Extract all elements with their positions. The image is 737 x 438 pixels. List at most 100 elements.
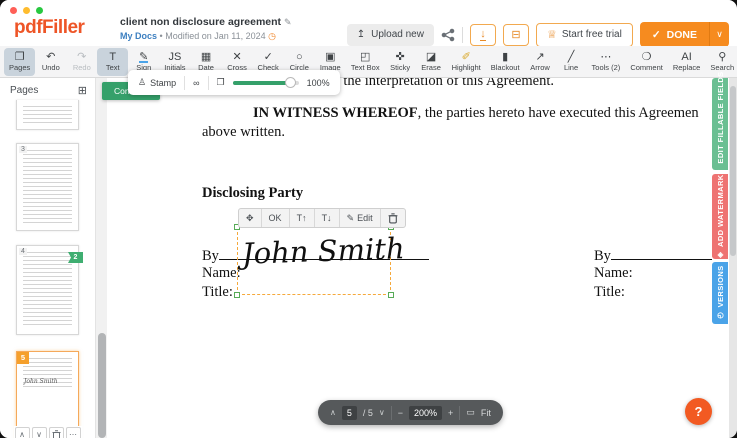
doc-text-line: above written. <box>202 124 285 141</box>
my-docs-link[interactable]: My Docs <box>120 31 157 41</box>
title-line-right: Title: <box>594 284 625 301</box>
signature-ok-button[interactable]: OK <box>262 209 290 227</box>
help-button[interactable]: ? <box>685 398 712 425</box>
edit-signature-button[interactable]: ✎Edit <box>340 209 381 227</box>
duplicate-icon[interactable]: ❐ <box>217 77 225 88</box>
delete-signature-button[interactable] <box>381 209 405 227</box>
stamp-button[interactable]: ♙Stamp <box>138 77 176 88</box>
redo-button[interactable]: ↷Redo <box>66 48 97 76</box>
page-thumbnail-3[interactable]: 3 <box>16 143 79 231</box>
move-page-up-button[interactable]: ∧ <box>15 427 30 438</box>
sign-icon: ✎ <box>139 51 148 63</box>
document-scrollbar-thumb[interactable] <box>730 86 736 256</box>
document-meta: My Docs • Modified on Jan 11, 2024 ◷ <box>120 31 292 42</box>
resize-handle[interactable] <box>388 292 394 298</box>
size-slider[interactable] <box>233 81 299 85</box>
fit-label[interactable]: Fit <box>481 408 491 418</box>
slider-knob[interactable] <box>285 77 296 88</box>
tool-text[interactable]: TText <box>97 48 128 76</box>
signature-toolbar: ✥ OK T↑ T↓ ✎Edit <box>238 208 406 228</box>
pages-icon: ❐ <box>15 51 25 63</box>
tab-edit-fillable-fields[interactable]: ✎EDIT FILLABLE FIELDS <box>712 78 728 170</box>
pages-scrollbar-thumb[interactable] <box>98 333 106 438</box>
share-icon[interactable] <box>441 28 455 42</box>
done-button[interactable]: ✓DONE <box>640 22 709 47</box>
fit-icon[interactable]: ▭ <box>466 407 475 418</box>
comment-bubble-icon: ❍ <box>642 51 652 63</box>
chevron-down-icon: ∨ <box>716 29 723 39</box>
tool-text-box[interactable]: ◰Text Box <box>346 48 385 76</box>
clock-icon: ◷ <box>716 311 725 320</box>
tab-versions[interactable]: ◷VERSIONS <box>712 262 728 324</box>
total-pages: / 5 <box>363 408 373 418</box>
history-clock-icon[interactable]: ◷ <box>268 31 276 41</box>
pdffiller-logo[interactable]: pdfFiller <box>14 17 84 39</box>
tab-add-watermark[interactable]: ◈ADD WATERMARK <box>712 174 728 259</box>
move-icon: ✥ <box>246 213 254 224</box>
resize-handle[interactable] <box>234 292 240 298</box>
upload-new-button[interactable]: ↥Upload new <box>347 24 434 46</box>
zoom-out-icon[interactable]: − <box>398 408 403 418</box>
tool-erase[interactable]: ◪Erase <box>416 48 447 76</box>
link-icon[interactable]: ∞ <box>193 78 199 88</box>
ellipsis-icon: ⋯ <box>600 51 611 63</box>
text-box-icon: ◰ <box>360 51 370 63</box>
previous-page-icon[interactable]: ∧ <box>330 408 336 417</box>
search-icon: ⚲ <box>718 51 726 63</box>
name-line-right: Name: <box>594 265 633 282</box>
print-icon: ⊟ <box>511 28 520 41</box>
page-thumbnail-partial[interactable] <box>16 100 79 130</box>
add-page-icon[interactable]: ⊞ <box>78 84 87 97</box>
current-page-input[interactable]: 5 <box>342 406 357 420</box>
stamp-icon: ♙ <box>138 77 146 88</box>
download-icon: ↓ <box>480 29 486 41</box>
pages-button[interactable]: ❐Pages <box>4 48 35 76</box>
print-button[interactable]: ⊟ <box>503 24 529 46</box>
text-icon: T <box>109 51 116 63</box>
zoom-in-icon[interactable]: + <box>448 408 453 418</box>
pages-scrollbar[interactable] <box>95 78 107 438</box>
download-button[interactable]: ↓ <box>470 24 496 46</box>
tool-arrow[interactable]: ↗Arrow <box>525 48 556 76</box>
document-canvas[interactable]: d upon in the interpretation of this Agr… <box>107 78 712 438</box>
delete-page-button[interactable] <box>49 427 64 438</box>
title-line-left: Title: <box>202 284 233 301</box>
page-more-button[interactable]: ⋯ <box>66 427 81 438</box>
disclosing-party-heading: Disclosing Party <box>202 185 303 202</box>
pages-panel: Pages ⊞ 3 4 2 5 <box>0 78 95 438</box>
eraser-icon: ◪ <box>426 51 436 63</box>
move-page-down-button[interactable]: ∨ <box>32 427 47 438</box>
start-free-trial-button[interactable]: ♕Start free trial <box>536 23 633 47</box>
tool-blackout[interactable]: ▮Blackout <box>486 48 525 76</box>
tool-highlight[interactable]: ✐Highlight <box>447 48 486 76</box>
font-size-up-button[interactable]: T↑ <box>290 209 315 227</box>
app-window: pdfFiller client non disclosure agreemen… <box>0 0 737 438</box>
replace-button[interactable]: AIReplace <box>668 48 706 76</box>
document-title-block: client non disclosure agreement✎ My Docs… <box>120 16 292 42</box>
next-page-icon[interactable]: ∨ <box>379 408 385 417</box>
page-thumbnail-4[interactable]: 4 2 <box>16 245 79 335</box>
page-zoom-bar: ∧ 5 / 5 ∨ − 200% + ▭ Fit <box>318 400 503 425</box>
document-scrollbar[interactable] <box>729 78 737 438</box>
signature-line <box>611 246 712 260</box>
tools-more-button[interactable]: ⋯Tools (2) <box>587 48 626 76</box>
minimize-window-icon[interactable] <box>23 7 30 14</box>
signature-text[interactable]: John Smith <box>241 231 405 271</box>
undo-icon: ↶ <box>46 51 55 63</box>
zoom-level-value[interactable]: 200% <box>409 406 442 420</box>
rename-icon[interactable]: ✎ <box>284 17 292 27</box>
sticky-pin-icon: ✜ <box>395 51 404 63</box>
comment-button[interactable]: ❍Comment <box>625 48 668 76</box>
done-menu-button[interactable]: ∨ <box>709 22 729 47</box>
undo-button[interactable]: ↶Undo <box>35 48 66 76</box>
font-size-down-button[interactable]: T↓ <box>315 209 340 227</box>
page-thumbnail-5[interactable]: 5 John Smith ∧ ∨ ⋯ <box>16 351 79 438</box>
signature-selection-box[interactable]: John Smith <box>237 227 391 295</box>
move-signature-button[interactable]: ✥ <box>239 209 262 227</box>
name-line-left: Name: <box>202 265 241 282</box>
maximize-window-icon[interactable] <box>36 7 43 14</box>
close-window-icon[interactable] <box>10 7 17 14</box>
crown-icon: ♕ <box>547 28 557 41</box>
tool-sticky[interactable]: ✜Sticky <box>385 48 416 76</box>
tool-line[interactable]: ╱Line <box>556 48 587 76</box>
